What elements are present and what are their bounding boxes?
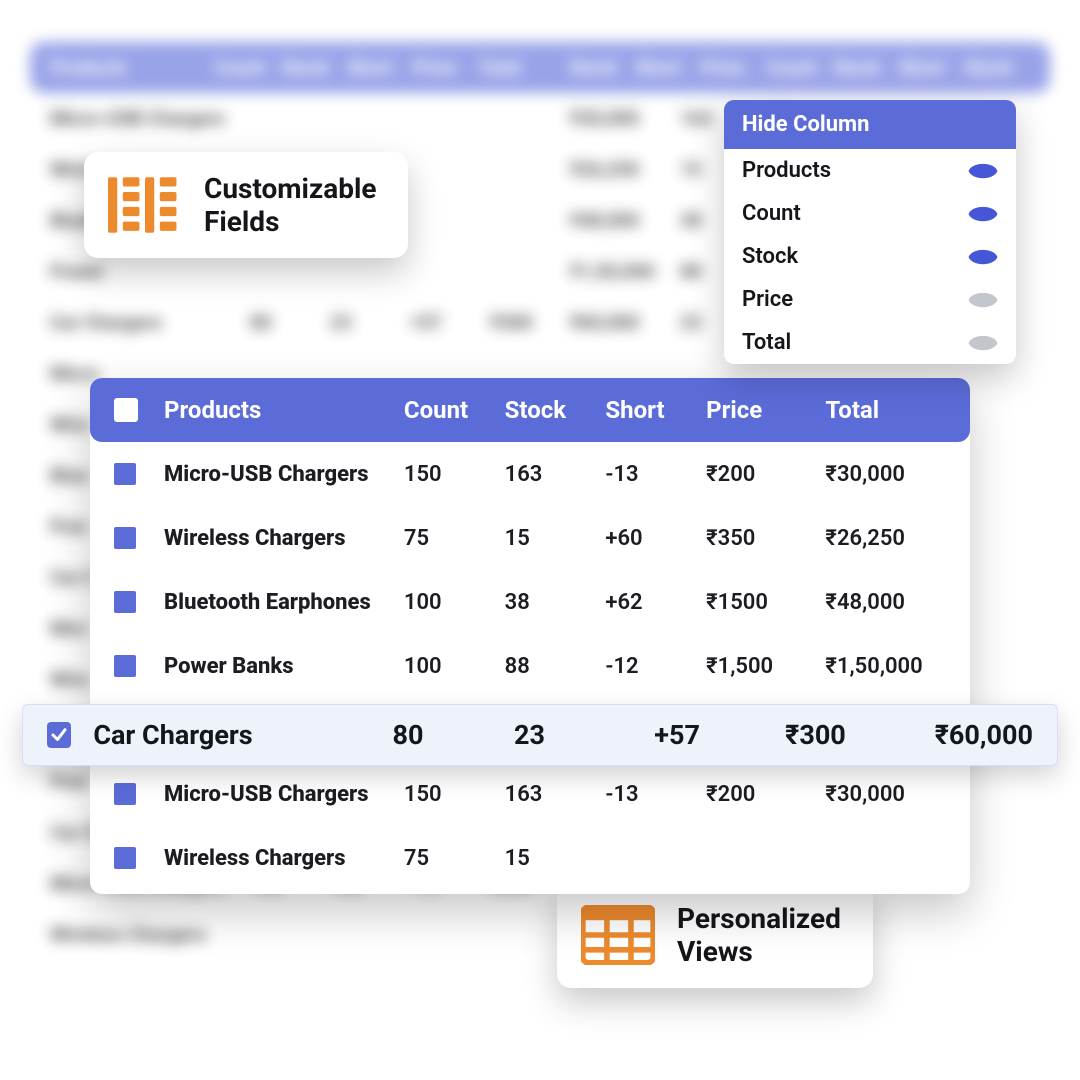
- cell-products: Bluetooth Earphones: [164, 590, 396, 615]
- cell-stock: 163: [505, 462, 598, 487]
- cell-short: -12: [605, 654, 698, 679]
- popover-item-label: Count: [742, 201, 801, 226]
- row-checkbox[interactable]: [114, 527, 136, 549]
- popover-item-label: Total: [742, 330, 791, 355]
- cell-short: +62: [605, 590, 698, 615]
- cell-stock: 23: [514, 719, 654, 751]
- table-row[interactable]: Wireless Chargers 75 15: [90, 826, 970, 890]
- cell-count: 100: [404, 590, 497, 615]
- select-all-checkbox[interactable]: [114, 398, 138, 422]
- row-checkbox[interactable]: [114, 847, 136, 869]
- table-header: Products Count Stock Short Price Total: [90, 378, 970, 442]
- row-checkbox[interactable]: [114, 591, 136, 613]
- eye-icon[interactable]: [968, 161, 998, 181]
- col-header-stock[interactable]: Stock: [505, 396, 598, 424]
- table-row[interactable]: Bluetooth Earphones 100 38 +62 ₹1500 ₹48,000: [90, 570, 970, 634]
- table-row[interactable]: Wireless Chargers 75 15 +60 ₹350 ₹26,250: [90, 506, 970, 570]
- cell-products: Car Chargers: [93, 719, 392, 751]
- hide-column-popover: Hide Column Products Count Stock Price Total: [724, 100, 1016, 364]
- popover-item[interactable]: Price: [724, 278, 1016, 321]
- popover-item-label: Products: [742, 158, 831, 183]
- popover-item[interactable]: Stock: [724, 235, 1016, 278]
- cell-stock: 15: [505, 846, 598, 871]
- cell-price: ₹350: [706, 526, 817, 551]
- callout-customizable-fields: Customizable Fields: [84, 152, 408, 258]
- col-header-products[interactable]: Products: [164, 396, 396, 424]
- eye-icon[interactable]: [968, 290, 998, 310]
- cell-price: ₹1500: [706, 590, 817, 615]
- cell-count: 150: [404, 462, 497, 487]
- cell-count: 75: [404, 846, 497, 871]
- eye-icon[interactable]: [968, 247, 998, 267]
- callout-label: Personalized Views: [677, 902, 841, 968]
- row-checkbox[interactable]: [114, 463, 136, 485]
- popover-item[interactable]: Total: [724, 321, 1016, 364]
- cell-price: ₹1,500: [706, 654, 817, 679]
- grid-fields-icon: [108, 175, 182, 235]
- products-table-card: Products Count Stock Short Price Total M…: [90, 378, 970, 894]
- cell-stock: 38: [505, 590, 598, 615]
- popover-item[interactable]: Count: [724, 192, 1016, 235]
- cell-total: ₹26,250: [825, 526, 946, 551]
- row-checkbox-checked[interactable]: [47, 722, 71, 748]
- eye-icon[interactable]: [968, 333, 998, 353]
- cell-stock: 88: [505, 654, 598, 679]
- col-header-short[interactable]: Short: [605, 396, 698, 424]
- row-checkbox[interactable]: [114, 655, 136, 677]
- col-header-count[interactable]: Count: [404, 396, 497, 424]
- cell-count: 150: [404, 782, 497, 807]
- cell-short: -13: [605, 462, 698, 487]
- cell-total: ₹48,000: [825, 590, 946, 615]
- eye-icon[interactable]: [968, 204, 998, 224]
- table-row[interactable]: Power Banks 100 88 -12 ₹1,500 ₹1,50,000: [90, 634, 970, 698]
- cell-price: ₹200: [706, 782, 817, 807]
- cell-products: Wireless Chargers: [164, 846, 396, 871]
- col-header-price[interactable]: Price: [706, 396, 817, 424]
- cell-total: ₹1,50,000: [825, 654, 946, 679]
- cell-products: Micro-USB Chargers: [164, 782, 396, 807]
- cell-products: Wireless Chargers: [164, 526, 396, 551]
- table-row[interactable]: Micro-USB Chargers 150 163 -13 ₹200 ₹30,000: [90, 442, 970, 506]
- cell-count: 80: [392, 719, 514, 751]
- table-row[interactable]: Micro-USB Chargers 150 163 -13 ₹200 ₹30,000: [90, 762, 970, 826]
- cell-price: ₹300: [785, 719, 935, 751]
- cell-stock: 15: [505, 526, 598, 551]
- cell-products: Power Banks: [164, 654, 396, 679]
- cell-count: 75: [404, 526, 497, 551]
- cell-short: -13: [605, 782, 698, 807]
- cell-products: Micro-USB Chargers: [164, 462, 396, 487]
- callout-label: Customizable Fields: [204, 172, 376, 238]
- popover-item-label: Stock: [742, 244, 798, 269]
- col-header-total[interactable]: Total: [825, 396, 946, 424]
- popover-item-label: Price: [742, 287, 793, 312]
- cell-total: ₹60,000: [935, 719, 1033, 751]
- cell-total: ₹30,000: [825, 462, 946, 487]
- cell-count: 100: [404, 654, 497, 679]
- cell-short: +60: [605, 526, 698, 551]
- cell-price: ₹200: [706, 462, 817, 487]
- row-checkbox[interactable]: [114, 783, 136, 805]
- table-views-icon: [581, 905, 655, 965]
- popover-item[interactable]: Products: [724, 149, 1016, 192]
- selected-row[interactable]: Car Chargers 80 23 +57 ₹300 ₹60,000: [22, 704, 1058, 766]
- cell-total: ₹30,000: [825, 782, 946, 807]
- cell-short: +57: [654, 719, 785, 751]
- cell-stock: 163: [505, 782, 598, 807]
- popover-title: Hide Column: [724, 100, 1016, 149]
- callout-personalized-views: Personalized Views: [557, 882, 873, 988]
